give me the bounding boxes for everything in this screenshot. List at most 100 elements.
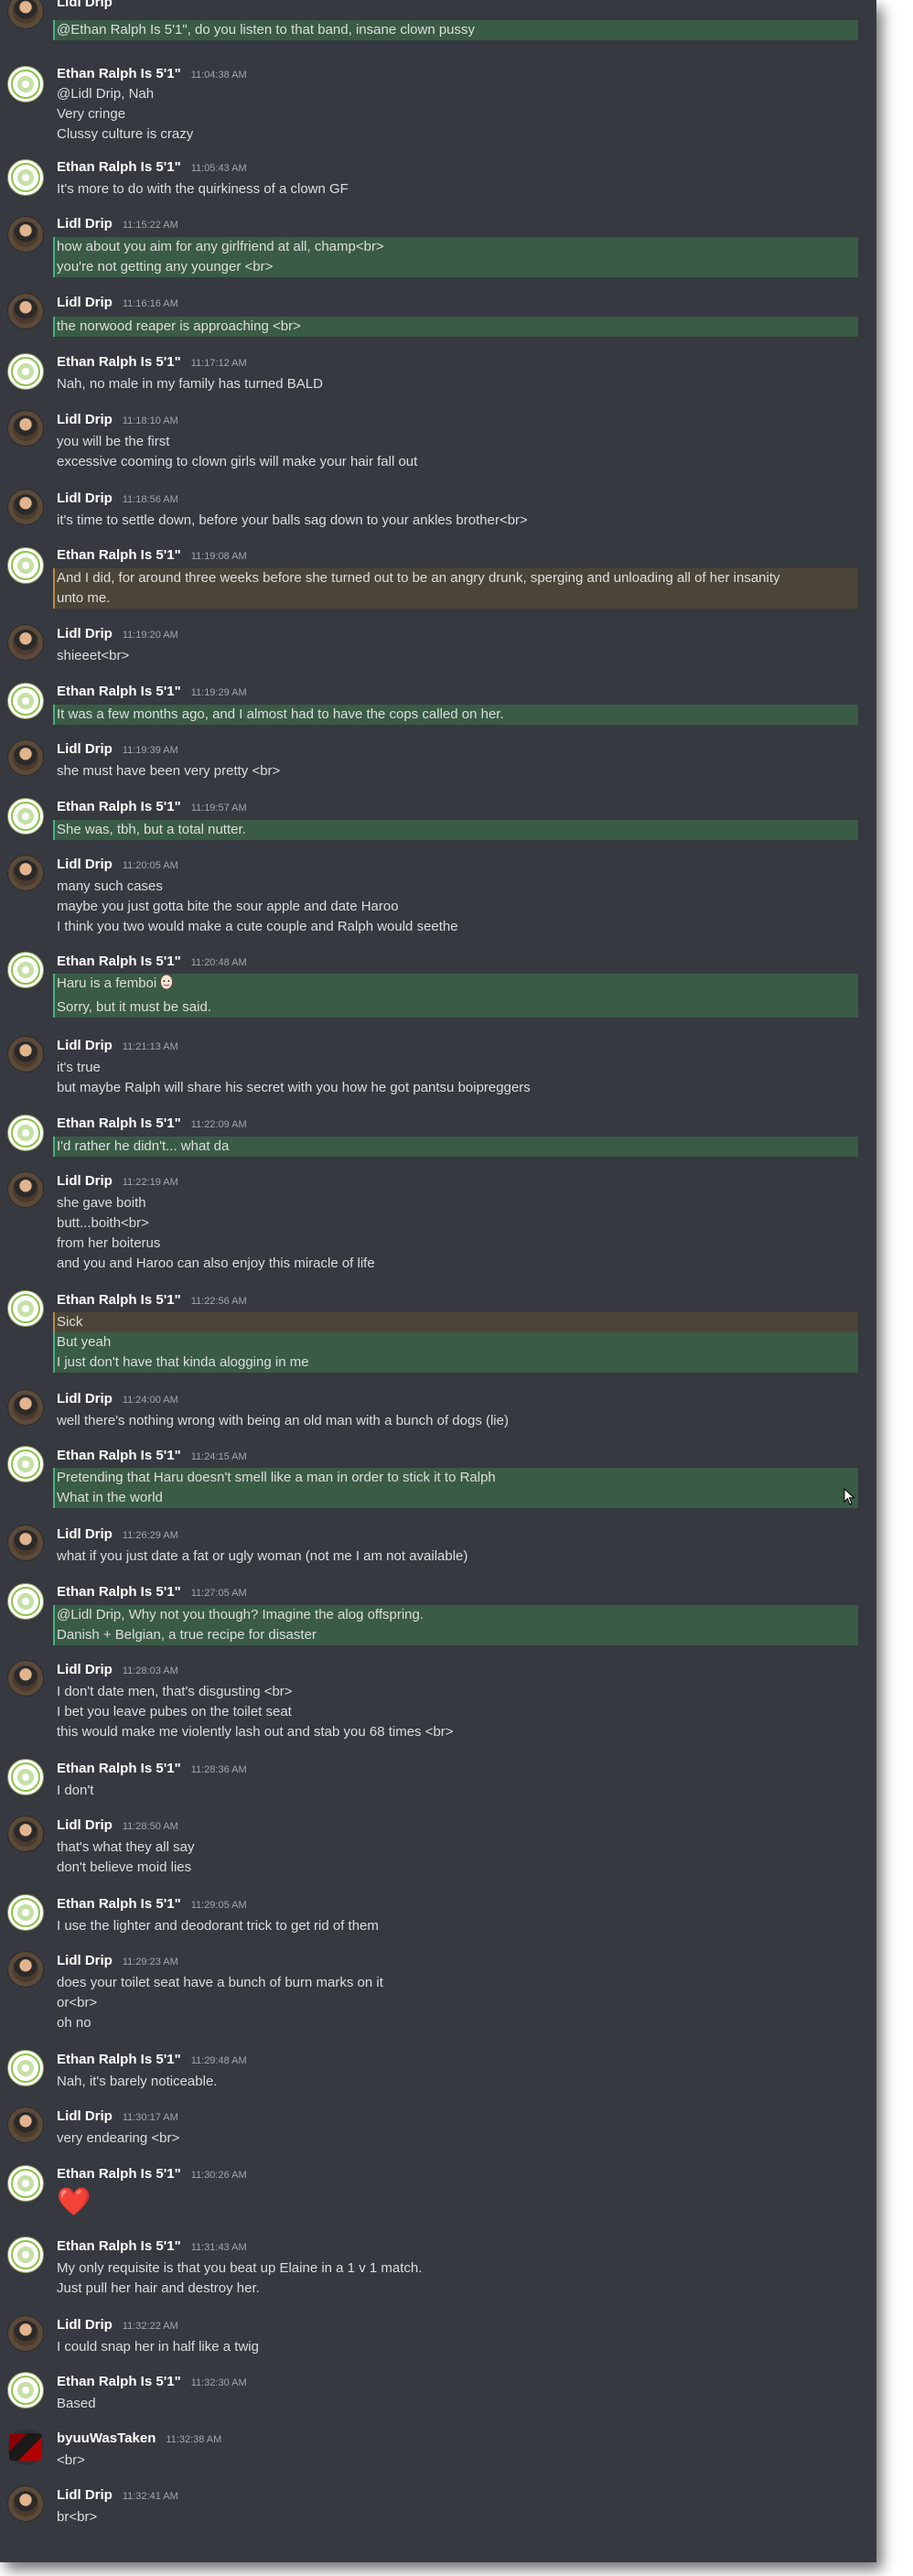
avatar[interactable] [7,1759,44,1795]
avatar[interactable] [7,0,44,29]
username[interactable]: Ethan Ralph Is 5'1" [57,2374,181,2389]
avatar[interactable] [7,2050,44,2086]
username[interactable]: Lidl Drip [57,216,113,232]
avatar[interactable] [7,855,44,891]
message-text: I just don't have that kinda alogging in… [53,1353,858,1373]
username[interactable]: Ethan Ralph Is 5'1" [57,2052,181,2067]
username[interactable]: Lidl Drip [57,412,113,427]
username[interactable]: Ethan Ralph Is 5'1" [57,1448,181,1463]
photo-avatar-icon [13,0,38,24]
username[interactable]: Ethan Ralph Is 5'1" [57,2238,181,2254]
username[interactable]: Lidl Drip [57,2487,113,2503]
avatar[interactable] [7,1951,44,1988]
avatar[interactable] [7,2429,44,2465]
username[interactable]: Lidl Drip [57,2108,113,2124]
message-text: @Lidl Drip, Why not you though? Imagine … [53,1605,858,1625]
avatar[interactable] [7,952,44,988]
message-text: how about you aim for any girlfriend at … [53,237,858,257]
avatar[interactable] [7,2107,44,2143]
username[interactable]: Lidl Drip [57,2317,113,2333]
message-text: you're not getting any younger <br> [53,257,858,277]
timestamp: 11:32:30 AM [190,2377,247,2388]
username[interactable]: Lidl Drip [57,1817,113,1833]
username[interactable]: Lidl Drip [57,1662,113,1677]
avatar[interactable] [7,2372,44,2409]
username[interactable]: Ethan Ralph Is 5'1" [57,1116,181,1131]
username[interactable]: Lidl Drip [57,1038,113,1053]
username[interactable]: Ethan Ralph Is 5'1" [57,1896,181,1912]
avatar[interactable] [7,66,44,102]
avatar[interactable] [7,1446,44,1482]
photo-avatar-icon [13,1956,38,1982]
avatar[interactable] [7,1036,44,1072]
username[interactable]: Lidl Drip [57,0,113,10]
photo-avatar-icon [13,630,38,655]
avatar[interactable] [7,353,44,390]
username[interactable]: Ethan Ralph Is 5'1" [57,954,181,969]
username[interactable]: Lidl Drip [57,1953,113,1968]
username[interactable]: Ethan Ralph Is 5'1" [57,684,181,699]
photo-avatar-icon [13,2321,38,2346]
username[interactable]: Ethan Ralph Is 5'1" [57,1761,181,1776]
avatar[interactable] [7,1171,44,1208]
timestamp: 11:30:17 AM [122,2112,178,2123]
username[interactable]: Lidl Drip [57,1526,113,1542]
username[interactable]: Lidl Drip [57,741,113,757]
avatar[interactable] [7,159,44,196]
username[interactable]: Ethan Ralph Is 5'1" [57,1292,181,1308]
username[interactable]: Ethan Ralph Is 5'1" [57,1584,181,1600]
timestamp: 11:32:41 AM [122,2491,178,2502]
avatar[interactable] [7,1115,44,1151]
avatar[interactable] [7,216,44,253]
green-circle-logo-icon [11,1898,40,1927]
avatar[interactable] [7,739,44,776]
message-text: she gave boith [57,1195,146,1211]
message-text: she must have been very pretty <br> [57,763,281,779]
message-text: <br> [57,2452,85,2468]
avatar[interactable] [7,2236,44,2273]
message-text: I use the lighter and deodorant trick to… [57,1918,379,1934]
timestamp: 11:22:19 AM [122,1177,178,1188]
username[interactable]: Ethan Ralph Is 5'1" [57,2166,181,2182]
username[interactable]: Lidl Drip [57,490,113,506]
avatar[interactable] [7,1660,44,1697]
timestamp: 11:19:39 AM [122,745,178,756]
avatar[interactable] [7,1290,44,1327]
avatar[interactable] [7,798,44,835]
avatar[interactable] [7,489,44,525]
username[interactable]: Ethan Ralph Is 5'1" [57,799,181,814]
message-text: you will be the first [57,434,170,449]
avatar[interactable] [7,624,44,661]
photo-avatar-icon [13,1530,38,1556]
red-heart-emoji-icon: ❤️ [57,2187,91,2217]
username[interactable]: byuuWasTaken [57,2430,156,2446]
username[interactable]: Lidl Drip [57,1173,113,1189]
username[interactable]: Ethan Ralph Is 5'1" [57,354,181,370]
avatar[interactable] [7,410,44,447]
message-text: it's time to settle down, before your ba… [57,512,528,528]
avatar[interactable] [7,1583,44,1620]
avatar[interactable] [7,1525,44,1561]
message-text: I don't date men, that's disgusting <br> [57,1684,293,1699]
avatar[interactable] [7,547,44,584]
avatar[interactable] [7,1389,44,1426]
message-text: What in the world [53,1488,858,1508]
username[interactable]: Lidl Drip [57,1391,113,1407]
avatar[interactable] [7,2485,44,2522]
avatar[interactable] [7,1816,44,1852]
username[interactable]: Lidl Drip [57,857,113,872]
avatar[interactable] [7,293,44,329]
username[interactable]: Lidl Drip [57,295,113,310]
avatar[interactable] [7,2315,44,2352]
avatar[interactable] [7,1894,44,1931]
avatar[interactable] [7,2165,44,2202]
username[interactable]: Ethan Ralph Is 5'1" [57,159,181,175]
photo-avatar-icon [13,745,38,771]
photo-avatar-icon [13,415,38,441]
username[interactable]: Ethan Ralph Is 5'1" [57,66,181,81]
message-text: Nah, no male in my family has turned BAL… [57,376,323,392]
photo-avatar-icon [13,1821,38,1847]
username[interactable]: Lidl Drip [57,626,113,641]
username[interactable]: Ethan Ralph Is 5'1" [57,547,181,563]
avatar[interactable] [7,683,44,719]
